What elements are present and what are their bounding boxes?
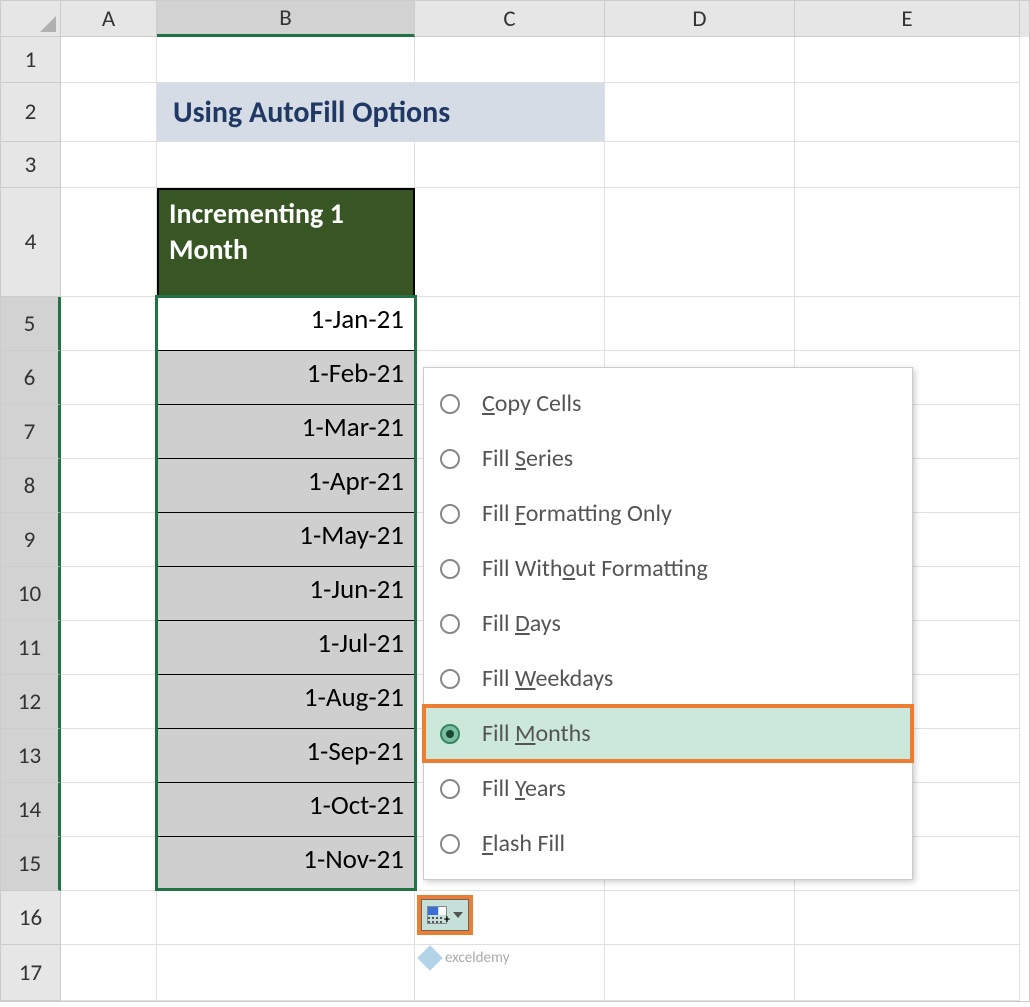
menu-fill-weekdays[interactable]: Fill Weekdays — [424, 651, 912, 706]
row-header-10[interactable]: 10 — [1, 567, 61, 621]
autofill-icon — [427, 906, 447, 924]
menu-copy-cells[interactable]: Copy Cells — [424, 376, 912, 431]
menu-fill-series[interactable]: Fill Series — [424, 431, 912, 486]
column-headers-row: A B C D E — [1, 1, 1029, 37]
menu-fill-years[interactable]: Fill Years — [424, 761, 912, 816]
col-header-d[interactable]: D — [605, 1, 795, 37]
row-header-16[interactable]: 16 — [1, 891, 61, 945]
cell-b6[interactable]: 1-Feb-21 — [157, 351, 415, 405]
row-header-6[interactable]: 6 — [1, 351, 61, 405]
row-header-14[interactable]: 14 — [1, 783, 61, 837]
row-header-3[interactable]: 3 — [1, 142, 61, 188]
autofill-options-button[interactable] — [417, 895, 473, 935]
radio-checked-icon — [440, 724, 460, 744]
chevron-down-icon — [453, 912, 463, 918]
cell-b12[interactable]: 1-Aug-21 — [157, 675, 415, 729]
radio-icon — [440, 669, 460, 689]
cell-b10[interactable]: 1-Jun-21 — [157, 567, 415, 621]
menu-label: Fill Years — [482, 774, 566, 803]
menu-label: Fill Months — [482, 719, 591, 748]
radio-icon — [440, 504, 460, 524]
menu-label: Copy Cells — [482, 389, 581, 418]
radio-icon — [440, 834, 460, 854]
radio-icon — [440, 614, 460, 634]
cell-b13[interactable]: 1-Sep-21 — [157, 729, 415, 783]
menu-flash-fill[interactable]: Flash Fill — [424, 816, 912, 871]
watermark-icon — [417, 945, 442, 970]
menu-fill-months[interactable]: Fill Months — [424, 706, 912, 761]
select-all-corner[interactable] — [1, 1, 61, 37]
cell-b9[interactable]: 1-May-21 — [157, 513, 415, 567]
menu-label: Fill Formatting Only — [482, 499, 672, 528]
cell-b15[interactable]: 1-Nov-21 — [157, 837, 415, 891]
col-header-c[interactable]: C — [415, 1, 605, 37]
col-header-b[interactable]: B — [157, 1, 415, 37]
col-header-a[interactable]: A — [61, 1, 157, 37]
menu-label: Fill Without Formatting — [482, 554, 708, 583]
spreadsheet: A B C D E 1 2 3 4 5 6 7 8 9 10 11 12 13 … — [0, 0, 1030, 1002]
row-header-12[interactable]: 12 — [1, 675, 61, 729]
menu-fill-without-formatting[interactable]: Fill Without Formatting — [424, 541, 912, 596]
radio-icon — [440, 394, 460, 414]
menu-label: Fill Weekdays — [482, 664, 613, 693]
page-title: Using AutoFill Options — [157, 83, 605, 142]
row-header-8[interactable]: 8 — [1, 459, 61, 513]
autofill-options-menu: Copy Cells Fill Series Fill Formatting O… — [423, 367, 913, 880]
row-header-9[interactable]: 9 — [1, 513, 61, 567]
grid-area[interactable]: Using AutoFill Options Incrementing 1 Mo… — [61, 37, 1029, 1001]
menu-fill-formatting-only[interactable]: Fill Formatting Only — [424, 486, 912, 541]
cell-b14[interactable]: 1-Oct-21 — [157, 783, 415, 837]
radio-icon — [440, 559, 460, 579]
row-header-17[interactable]: 17 — [1, 945, 61, 1001]
row-header-5[interactable]: 5 — [1, 297, 61, 351]
menu-label: Fill Days — [482, 609, 561, 638]
row-header-4[interactable]: 4 — [1, 188, 61, 297]
cell-b8[interactable]: 1-Apr-21 — [157, 459, 415, 513]
menu-label: Flash Fill — [482, 829, 565, 858]
table-header: Incrementing 1 Month — [157, 188, 415, 297]
cell-b7[interactable]: 1-Mar-21 — [157, 405, 415, 459]
row-header-15[interactable]: 15 — [1, 837, 61, 891]
col-header-e[interactable]: E — [795, 1, 1020, 37]
cell-b11[interactable]: 1-Jul-21 — [157, 621, 415, 675]
row-header-11[interactable]: 11 — [1, 621, 61, 675]
radio-icon — [440, 779, 460, 799]
row-header-7[interactable]: 7 — [1, 405, 61, 459]
row-headers: 1 2 3 4 5 6 7 8 9 10 11 12 13 14 15 16 1… — [1, 37, 61, 1001]
cell-b5[interactable]: 1-Jan-21 — [157, 297, 415, 351]
row-header-2[interactable]: 2 — [1, 83, 61, 142]
watermark: exceldemy — [421, 949, 509, 967]
menu-fill-days[interactable]: Fill Days — [424, 596, 912, 651]
row-header-1[interactable]: 1 — [1, 37, 61, 83]
radio-icon — [440, 449, 460, 469]
row-header-13[interactable]: 13 — [1, 729, 61, 783]
menu-label: Fill Series — [482, 444, 573, 473]
